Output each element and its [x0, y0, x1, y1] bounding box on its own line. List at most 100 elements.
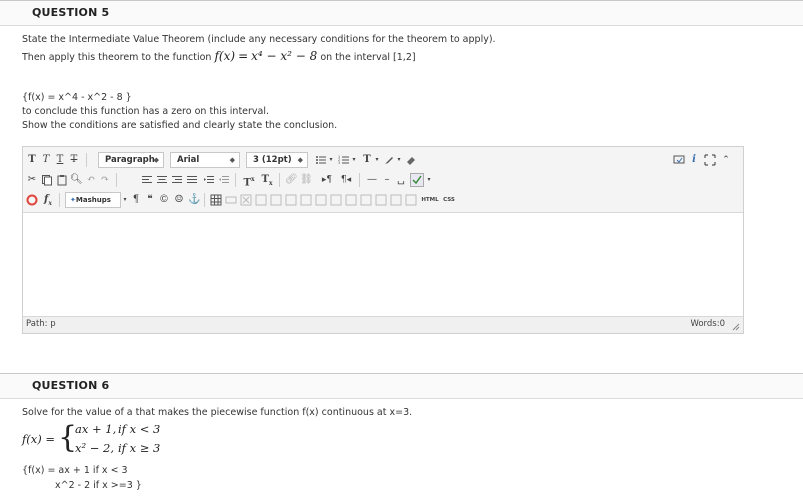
q5-equals: =	[238, 49, 249, 63]
table-delete-col-icon[interactable]	[315, 194, 327, 206]
q5-instruction-line3: to conclude this function has a zero on …	[22, 106, 270, 117]
copy-icon[interactable]	[41, 174, 53, 186]
word-count: Words:0	[690, 319, 725, 329]
table-cell-props-icon[interactable]	[375, 194, 387, 206]
table-delete-icon[interactable]	[240, 194, 252, 206]
mashups-select[interactable]: ✦Mashups	[65, 192, 121, 208]
q5-line2-prefix: Then apply this theorem to the function	[22, 52, 215, 63]
table-row-icon[interactable]	[225, 194, 237, 206]
toolbar-separator	[116, 173, 117, 187]
underline-button[interactable]: T	[54, 152, 66, 168]
mashups-dropdown-icon[interactable]: ▾	[122, 192, 128, 208]
undo-icon[interactable]: ↶	[85, 172, 97, 188]
rtl-direction-icon[interactable]: ¶◂	[338, 172, 354, 188]
font-family-select[interactable]: Arial ◆	[170, 152, 240, 168]
table-merge-icon[interactable]	[345, 194, 357, 206]
outdent-icon[interactable]	[218, 174, 230, 186]
font-select-value: Arial	[177, 155, 200, 165]
spellcheck-dropdown-icon[interactable]: ▾	[426, 172, 432, 188]
toolbar-separator	[235, 173, 236, 187]
spellcheck-icon[interactable]	[673, 154, 685, 166]
table-split-icon[interactable]	[330, 194, 342, 206]
table-insert-row-icon[interactable]	[270, 194, 282, 206]
q5-function-expression: x⁴ − x² − 8	[251, 49, 318, 63]
toolbar-row-2: ✂ 🔍︎ ↶ ↷ Tx Tx 🔗︎ ⛓ ▸¶ ¶◂ — – ␣ ▾	[23, 170, 743, 190]
table-props-icon[interactable]	[255, 194, 267, 206]
question-5-title: QUESTION 5	[32, 6, 110, 19]
align-center-icon[interactable]	[156, 174, 168, 186]
q5-instruction-line4: Show the conditions are satisfied and cl…	[22, 120, 338, 131]
css-button[interactable]: CSS	[441, 192, 457, 208]
subscript-button[interactable]: Tx	[259, 172, 275, 188]
editor-content-area[interactable]	[23, 214, 743, 315]
nonbreaking-space-icon[interactable]: ␣	[395, 172, 407, 188]
dash-icon[interactable]: –	[381, 172, 393, 188]
highlight-dropdown-icon[interactable]: ▾	[396, 152, 402, 168]
table-cell-icon[interactable]	[360, 194, 372, 206]
numbered-list-icon[interactable]: 123	[338, 154, 350, 166]
toolbar-row-1: T T T T Paragraph ◆ Arial ◆ 3 (12pt) ◆ ▾ 12…	[23, 150, 743, 170]
unlink-icon[interactable]: ⛓	[300, 172, 313, 188]
numbered-list-dropdown-icon[interactable]: ▾	[351, 152, 357, 168]
ltr-direction-icon[interactable]: ▸¶	[319, 172, 335, 188]
toolbar-row-3: fx ✦Mashups ▾ ¶ ❝ © ☺ ⚓ HTML CSS	[23, 190, 743, 210]
bullet-list-dropdown-icon[interactable]: ▾	[328, 152, 334, 168]
align-left-icon[interactable]	[141, 174, 153, 186]
text-color-dropdown-icon[interactable]: ▾	[374, 152, 380, 168]
table-insert-col-icon[interactable]	[300, 194, 312, 206]
spellcheck-abc-icon[interactable]	[410, 173, 424, 187]
font-size-select[interactable]: 3 (12pt) ◆	[246, 152, 308, 168]
toolbar-separator	[204, 193, 205, 207]
paste-icon[interactable]	[56, 174, 68, 186]
rich-text-editor: T T T T Paragraph ◆ Arial ◆ 3 (12pt) ◆ ▾ 12…	[22, 146, 744, 334]
fullscreen-icon[interactable]	[704, 154, 716, 166]
indent-icon[interactable]	[203, 174, 215, 186]
find-icon[interactable]: 🔍︎	[70, 172, 83, 188]
editor-status-bar: Path: p Words:0	[23, 316, 743, 333]
resize-grip-icon[interactable]	[732, 323, 740, 331]
blockquote-icon[interactable]: ❝	[145, 192, 155, 208]
collapse-toolbar-icon[interactable]: ⌃	[720, 152, 732, 168]
toolbar-separator	[59, 193, 60, 207]
format-select-value: Paragraph	[105, 155, 155, 165]
text-color-button[interactable]: T	[361, 152, 373, 168]
record-icon[interactable]	[26, 194, 38, 206]
piecewise-function-name: f(x) =	[22, 432, 56, 446]
html-source-button[interactable]: HTML	[421, 192, 439, 208]
q5-function-name: f(x)	[214, 49, 236, 63]
format-select-chevron-icon: ◆	[153, 156, 159, 164]
superscript-button[interactable]: Tx	[241, 172, 257, 188]
paragraph-mark-icon[interactable]: ¶	[131, 192, 141, 208]
emoticon-icon[interactable]: ☺	[173, 192, 185, 208]
align-justify-icon[interactable]	[186, 174, 198, 186]
question-6-header: QUESTION 6	[0, 373, 803, 399]
question-5-header: QUESTION 5	[0, 0, 803, 26]
italic-button[interactable]: T	[40, 152, 52, 168]
cut-icon[interactable]: ✂	[26, 172, 38, 188]
redo-icon[interactable]: ↷	[99, 172, 111, 188]
svg-text:3: 3	[338, 161, 340, 165]
align-right-icon[interactable]	[171, 174, 183, 186]
bullet-list-icon[interactable]	[315, 154, 327, 166]
bold-button[interactable]: T	[26, 152, 38, 168]
case2-condition: if x ≥ 3	[118, 441, 161, 455]
size-select-value: 3 (12pt)	[253, 155, 292, 165]
math-equation-icon[interactable]: fx	[41, 192, 55, 208]
link-icon[interactable]: 🔗︎	[285, 172, 298, 188]
horizontal-rule-icon[interactable]: —	[365, 172, 379, 188]
q5-line2-suffix: on the interval [1,2]	[317, 52, 416, 63]
eraser-icon[interactable]	[405, 154, 417, 166]
copyright-icon[interactable]: ©	[158, 192, 170, 208]
anchor-icon[interactable]: ⚓	[188, 192, 200, 208]
question-6-title: QUESTION 6	[32, 379, 110, 392]
insert-table-icon[interactable]	[210, 194, 222, 206]
table-delete-row-icon[interactable]	[285, 194, 297, 206]
q6-code-line2: x^2 - 2 if x >=3 }	[55, 480, 142, 491]
q6-instruction-line1: Solve for the value of a that makes the …	[22, 407, 413, 418]
layer-props-icon[interactable]	[405, 194, 417, 206]
format-select[interactable]: Paragraph ◆	[98, 152, 164, 168]
info-icon[interactable]: i	[688, 152, 700, 168]
strikethrough-button[interactable]: T	[68, 152, 80, 168]
layer-icon[interactable]	[390, 194, 402, 206]
highlight-pen-icon[interactable]	[383, 154, 395, 166]
